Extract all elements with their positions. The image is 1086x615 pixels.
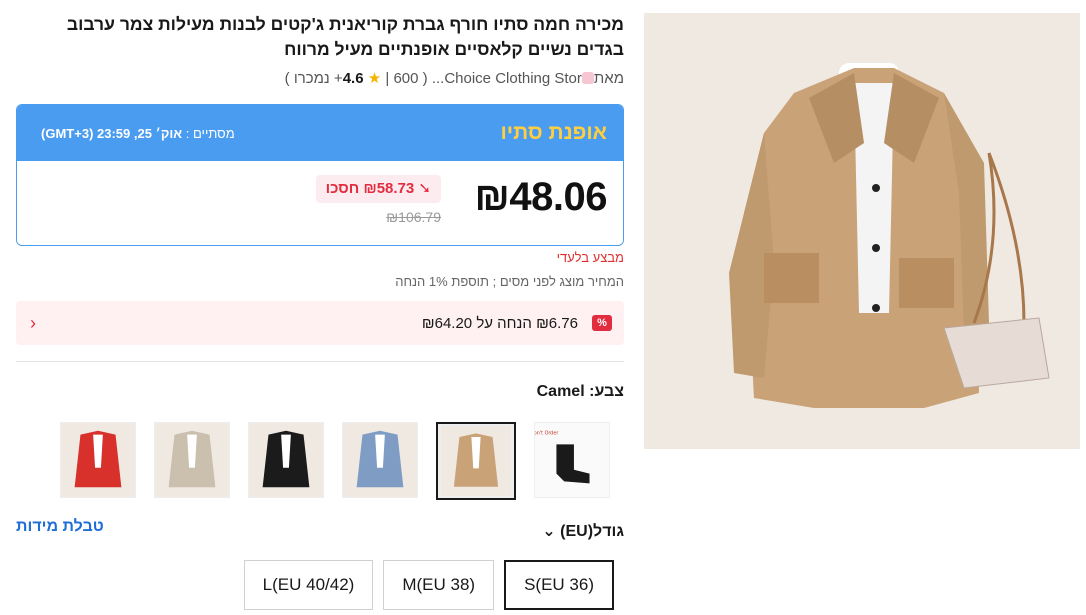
color-label: צבע: bbox=[589, 383, 624, 400]
divider bbox=[16, 361, 624, 362]
savings-text: ₪58.73 חסכו bbox=[325, 180, 415, 197]
swatch-blue[interactable] bbox=[342, 422, 418, 498]
swatch-socks[interactable]: Don't Order bbox=[534, 422, 610, 498]
product-main-image[interactable] bbox=[644, 13, 1080, 449]
rating-divider: | bbox=[385, 70, 390, 87]
current-price: ₪48.06 bbox=[474, 175, 608, 219]
arrow-down-icon: ➘ bbox=[418, 180, 431, 197]
size-option-s[interactable]: S(EU 36) bbox=[504, 560, 614, 610]
rating-open-paren: ( bbox=[422, 70, 428, 87]
color-label-line: צבע: Camel bbox=[537, 383, 624, 401]
store-line: מאתChoice Clothing Stor... ( 4.6 ★ | 600… bbox=[16, 68, 624, 90]
sale-ends-time: אוק׳ 25, 23:59 (GMT+3) bbox=[41, 125, 183, 141]
tax-note: המחיר מוצג לפני מסים ; תוספת 1% הנחה bbox=[395, 274, 624, 289]
product-title: מכירה חמה סתיו חורף גברת קוריאנית ג'קטים… bbox=[66, 14, 624, 59]
color-swatches: Don't Order bbox=[60, 422, 610, 500]
rating-value: 4.6 bbox=[342, 70, 364, 87]
coupon-bar[interactable]: % ₪6.76 הנחה על ₪64.20 ‹ bbox=[16, 301, 624, 345]
svg-text:Don't Order: Don't Order bbox=[535, 431, 558, 437]
size-options: S(EU 36) M(EU 38) L(EU 40/42) bbox=[243, 560, 614, 610]
coupon-percent-icon: % bbox=[592, 315, 612, 331]
rating-close-paren: ) bbox=[284, 70, 290, 87]
original-price: ₪106.79 bbox=[386, 209, 441, 225]
savings-badge: ➘ ₪58.73 חסכו bbox=[315, 175, 441, 203]
chevron-down-icon[interactable]: ⌄ bbox=[542, 523, 555, 540]
sale-panel: אופנת סתיו מסתיים : אוק׳ 25, 23:59 (GMT+… bbox=[16, 104, 624, 246]
sale-title: אופנת סתיו bbox=[500, 121, 607, 144]
swatch-black[interactable] bbox=[248, 422, 324, 498]
chevron-left-icon[interactable]: ‹ bbox=[30, 313, 36, 334]
size-label: גודל(EU) bbox=[560, 523, 624, 540]
size-option-l[interactable]: L(EU 40/42) bbox=[243, 560, 374, 610]
swatch-red[interactable] bbox=[60, 422, 136, 498]
exclusive-deal-text: מבצע בלעדי bbox=[556, 250, 624, 265]
swatch-camel[interactable] bbox=[436, 422, 516, 500]
size-guide-link[interactable]: טבלת מידות bbox=[16, 518, 104, 536]
swatch-grey[interactable] bbox=[154, 422, 230, 498]
selected-color: Camel bbox=[536, 383, 585, 400]
product-info: מכירה חמה סתיו חורף גברת קוריאנית ג'קטים… bbox=[16, 12, 624, 610]
store-prefix: מאת bbox=[593, 70, 624, 87]
sale-ends: מסתיים : אוק׳ 25, 23:59 (GMT+3) bbox=[41, 126, 235, 141]
star-icon: ★ bbox=[367, 70, 382, 87]
sale-header: אופנת סתיו מסתיים : אוק׳ 25, 23:59 (GMT+… bbox=[17, 105, 623, 161]
coupon-text: ₪6.76 הנחה על ₪64.20 bbox=[421, 314, 578, 332]
store-name-link[interactable]: Choice Clothing Stor... bbox=[432, 70, 582, 87]
sale-body: ₪48.06 ➘ ₪58.73 חסכו ₪106.79 bbox=[17, 161, 623, 245]
size-option-m[interactable]: M(EU 38) bbox=[383, 560, 495, 610]
sale-ends-label: מסתיים : bbox=[185, 125, 235, 141]
gift-icon bbox=[581, 72, 594, 84]
size-label-line[interactable]: גודל(EU) ⌄ bbox=[542, 521, 624, 541]
